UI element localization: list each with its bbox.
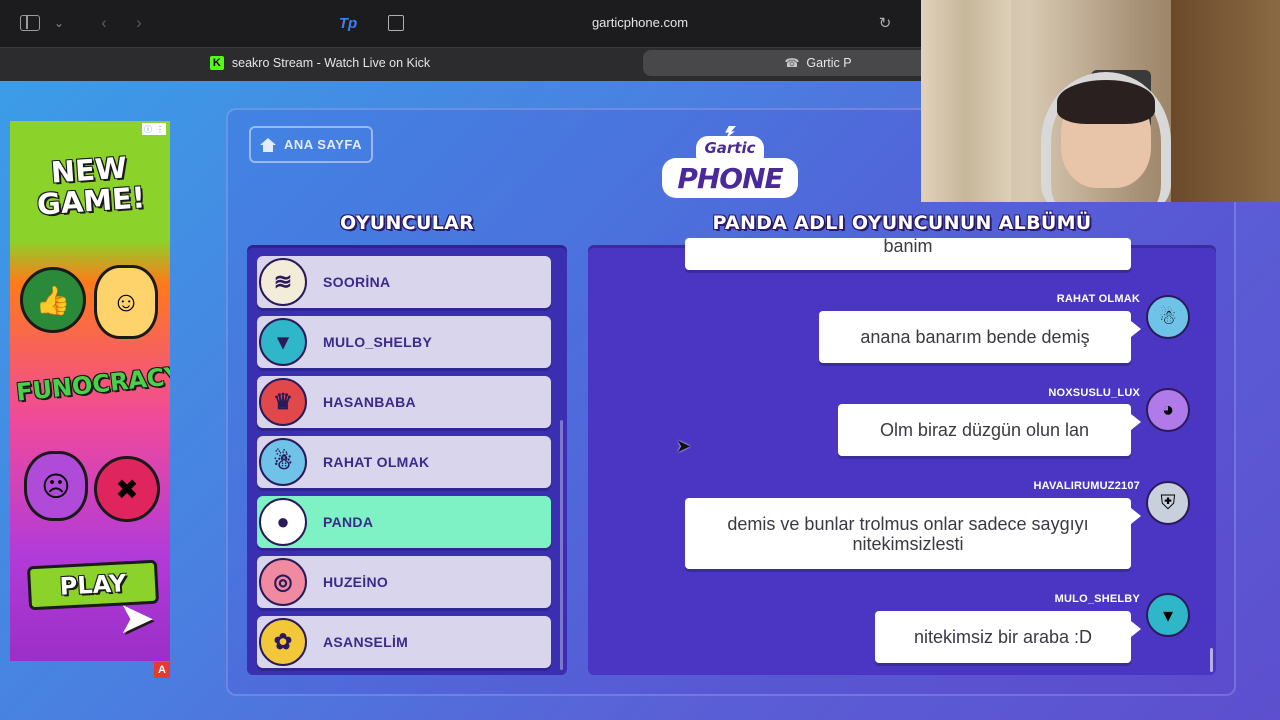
bird-avatar-icon: ◕ <box>1146 388 1190 432</box>
tab-label: Gartic P <box>806 56 852 70</box>
message-bubble: Olm biraz düzgün olun lan <box>838 404 1141 456</box>
vampire-avatar-icon: ▾ <box>259 318 307 366</box>
wizard-character-icon: ☹ <box>24 451 88 521</box>
thumbs-up-icon: 👍 <box>20 267 86 333</box>
home-button[interactable]: ANA SAYFA <box>249 126 373 163</box>
tab-gartic[interactable]: ☎ Gartic P <box>643 50 933 76</box>
character-icon: ☺ <box>94 265 158 339</box>
player-name: ASANSELİM <box>323 634 409 650</box>
extension-tp-icon[interactable]: Tp <box>338 13 358 33</box>
advertisement[interactable]: ⓘ ⋮ NEW GAME! 👍 ☺ FUNOCRACY ☹ ✖ PLAY ➤ <box>10 121 170 661</box>
player-name: SOORİNA <box>323 274 391 290</box>
yeti-avatar-icon: ☃ <box>1146 295 1190 339</box>
player-name: HASANBABA <box>323 394 416 410</box>
message-author: HAVALIRUMUZ2107 <box>1033 480 1140 492</box>
player-item[interactable]: ● PANDA <box>257 496 551 548</box>
message-author: NOXSUSLU_LUX <box>1048 387 1140 399</box>
mouse-cursor-icon: ➤ <box>676 436 692 456</box>
ad-choices-badge[interactable]: A <box>154 662 170 678</box>
yeti-avatar-icon: ☃ <box>259 438 307 486</box>
message-bubble: banim <box>685 238 1131 270</box>
player-item[interactable]: ☃ RAHAT OLMAK <box>257 436 551 488</box>
sidebar-toggle-icon[interactable] <box>20 15 40 31</box>
player-name: MULO_SHELBY <box>323 334 433 350</box>
ad-headline: NEW GAME! <box>35 150 147 222</box>
chevron-down-icon[interactable]: ⌄ <box>52 13 66 33</box>
webcam-background <box>1171 0 1280 202</box>
player-name: PANDA <box>323 514 374 530</box>
message-bubble: nitekimsiz bir araba :D <box>875 611 1141 663</box>
logo-main-text: PHONE <box>662 158 798 198</box>
tab-kick[interactable]: K seakro Stream - Watch Live on Kick <box>0 48 640 78</box>
player-item[interactable]: ≋ SOORİNA <box>257 256 551 308</box>
album-title: PANDA ADLI OYUNCUNUN ALBÜMÜ <box>712 212 1092 234</box>
reload-icon[interactable]: ↻ <box>876 14 894 32</box>
message-author: RAHAT OLMAK <box>1056 293 1140 305</box>
ad-brand-logo: FUNOCRACY <box>14 361 170 407</box>
vampire-avatar-icon: ▾ <box>1146 593 1190 637</box>
pointer-cursor-icon: ➤ <box>118 594 155 643</box>
webcam-background <box>921 0 1011 202</box>
forward-icon[interactable]: › <box>131 11 147 35</box>
address-bar[interactable]: garticphone.com <box>540 15 740 30</box>
king-avatar-icon: ♛ <box>259 378 307 426</box>
player-name: HUZEİNO <box>323 574 389 590</box>
tab-label: seakro Stream - Watch Live on Kick <box>231 56 431 70</box>
gartic-phone-logo: Gartic PHONE <box>660 126 800 202</box>
player-item[interactable]: ▾ MULO_SHELBY <box>257 316 551 368</box>
players-scrollbar[interactable] <box>560 420 563 670</box>
knight-avatar-icon: ⛨ <box>1146 481 1190 525</box>
webcam-person <box>1057 80 1155 124</box>
message-bubble: demis ve bunlar trolmus onlar sadece say… <box>685 498 1141 569</box>
home-icon <box>260 137 277 152</box>
player-item[interactable]: ✿ ASANSELİM <box>257 616 551 668</box>
player-name: RAHAT OLMAK <box>323 454 430 470</box>
players-title: OYUNCULAR <box>339 212 475 234</box>
player-item[interactable]: ♛ HASANBABA <box>257 376 551 428</box>
message-bubble: anana banarım bende demiş <box>819 311 1141 363</box>
nerd-avatar-icon: ◎ <box>259 558 307 606</box>
ad-info-icon[interactable]: ⓘ ⋮ <box>142 123 166 135</box>
logo-top-text: Gartic <box>696 136 764 160</box>
message-author: MULO_SHELBY <box>1054 593 1140 605</box>
album-scrollbar[interactable] <box>1210 648 1213 672</box>
back-icon[interactable]: ‹ <box>96 11 112 35</box>
panda-avatar-icon: ● <box>259 498 307 546</box>
kick-icon: K <box>209 56 224 70</box>
player-item[interactable]: ◎ HUZEİNO <box>257 556 551 608</box>
webcam-overlay <box>921 0 1280 202</box>
mummy-avatar-icon: ≋ <box>259 258 307 306</box>
angry-face-icon: ✖ <box>94 456 160 522</box>
pineapple-avatar-icon: ✿ <box>259 618 307 666</box>
phone-icon: ☎ <box>784 56 800 70</box>
home-button-label: ANA SAYFA <box>284 137 362 152</box>
reader-view-icon[interactable] <box>388 15 404 31</box>
